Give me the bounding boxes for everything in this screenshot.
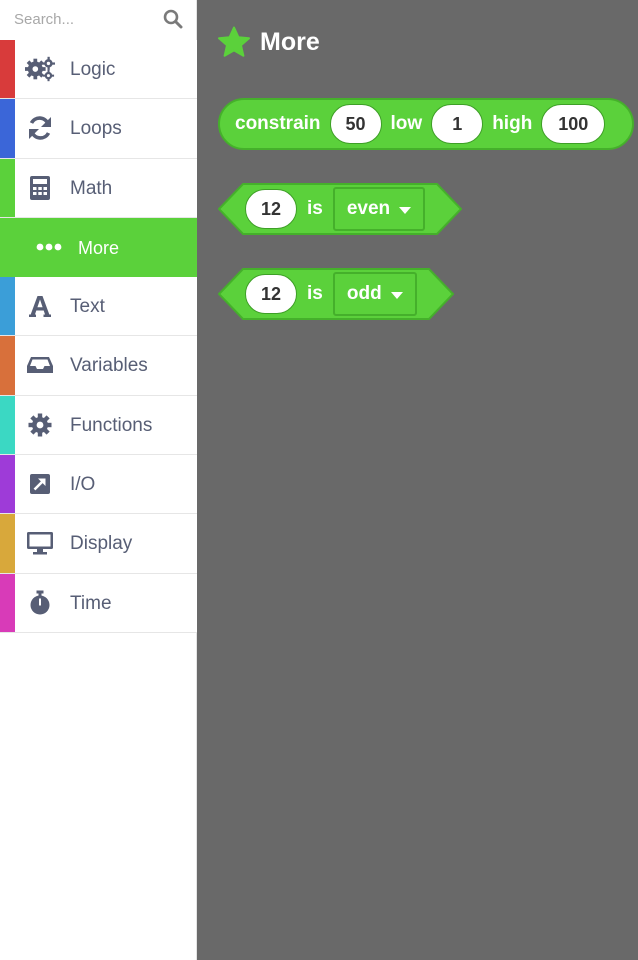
block-label-low: low	[390, 113, 423, 134]
desktop-icon	[25, 529, 55, 557]
category-color-stripe	[0, 336, 15, 395]
blocks-flyout[interactable]: More constrain 50 low 1 high 100 12 is e…	[197, 0, 638, 960]
category-label: I/O	[70, 474, 96, 496]
block-label-high: high	[492, 113, 533, 134]
star-icon	[218, 26, 250, 57]
category-color-stripe	[0, 277, 15, 336]
is-even-block[interactable]: 12 is even	[218, 183, 462, 235]
category-logic[interactable]: Logic	[0, 40, 197, 100]
category-label: Time	[70, 592, 112, 614]
block-label-is: is	[307, 198, 323, 219]
search-icon[interactable]	[163, 9, 183, 29]
cog-icon	[25, 411, 55, 439]
category-color-stripe	[0, 158, 15, 217]
dropdown-value: even	[346, 198, 391, 219]
category-color-stripe	[0, 40, 15, 99]
calculator-icon	[25, 174, 55, 202]
category-label: Functions	[70, 414, 153, 436]
category-label: Display	[70, 533, 133, 555]
constrain-block[interactable]: constrain 50 low 1 high 100	[218, 98, 634, 150]
search-input[interactable]: Search...	[14, 11, 74, 28]
dropdown-value: odd	[346, 283, 382, 304]
category-label: More	[78, 237, 120, 258]
block-label-constrain: constrain	[235, 113, 321, 134]
category-label: Variables	[70, 355, 148, 377]
category-color-stripe	[0, 573, 15, 632]
block-content: 12 is odd	[245, 272, 417, 316]
font-icon	[25, 292, 55, 320]
category-text[interactable]: Text	[0, 277, 197, 337]
odd-option-dropdown[interactable]: odd	[332, 272, 417, 316]
category-label: Math	[70, 177, 113, 199]
even-number-input[interactable]: 12	[245, 189, 297, 229]
external-arrow-icon	[25, 470, 55, 498]
even-option-dropdown[interactable]: even	[332, 187, 426, 231]
category-time[interactable]: Time	[0, 573, 197, 633]
category-math[interactable]: Math	[0, 158, 197, 218]
category-label: Text	[70, 296, 105, 318]
category-label: Loops	[70, 118, 122, 140]
constrain-value-input[interactable]: 50	[329, 104, 382, 144]
category-color-stripe	[0, 514, 15, 573]
category-list: Logic Loops Math More Text Variables Fun…	[0, 40, 197, 633]
category-io[interactable]: I/O	[0, 455, 197, 515]
category-functions[interactable]: Functions	[0, 395, 197, 456]
category-color-stripe	[0, 455, 15, 514]
ellipsis-icon	[34, 233, 64, 261]
category-label: Logic	[70, 59, 116, 80]
category-variables[interactable]: Variables	[0, 336, 197, 396]
category-color-stripe	[0, 395, 15, 455]
flyout-header: More	[218, 24, 320, 60]
gears-icon	[25, 55, 55, 83]
odd-number-input[interactable]: 12	[245, 274, 297, 314]
search-box[interactable]: Search...	[0, 0, 197, 40]
flyout-title: More	[260, 27, 320, 56]
refresh-icon	[25, 114, 55, 142]
stopwatch-icon	[25, 589, 55, 617]
constrain-high-input[interactable]: 100	[541, 104, 606, 144]
block-content: 12 is even	[245, 187, 426, 231]
caret-down-icon	[390, 291, 403, 299]
is-odd-block[interactable]: 12 is odd	[218, 268, 454, 320]
category-loops[interactable]: Loops	[0, 99, 197, 159]
constrain-low-input[interactable]: 1	[431, 104, 484, 144]
category-color-stripe	[0, 99, 15, 158]
caret-down-icon	[399, 206, 412, 214]
category-display[interactable]: Display	[0, 514, 197, 574]
block-label-is: is	[307, 283, 323, 304]
inbox-icon	[25, 351, 55, 379]
category-sidebar: Search... Logic Loops Math More Text Var…	[0, 0, 197, 960]
subcategory-more[interactable]: More	[0, 217, 197, 278]
